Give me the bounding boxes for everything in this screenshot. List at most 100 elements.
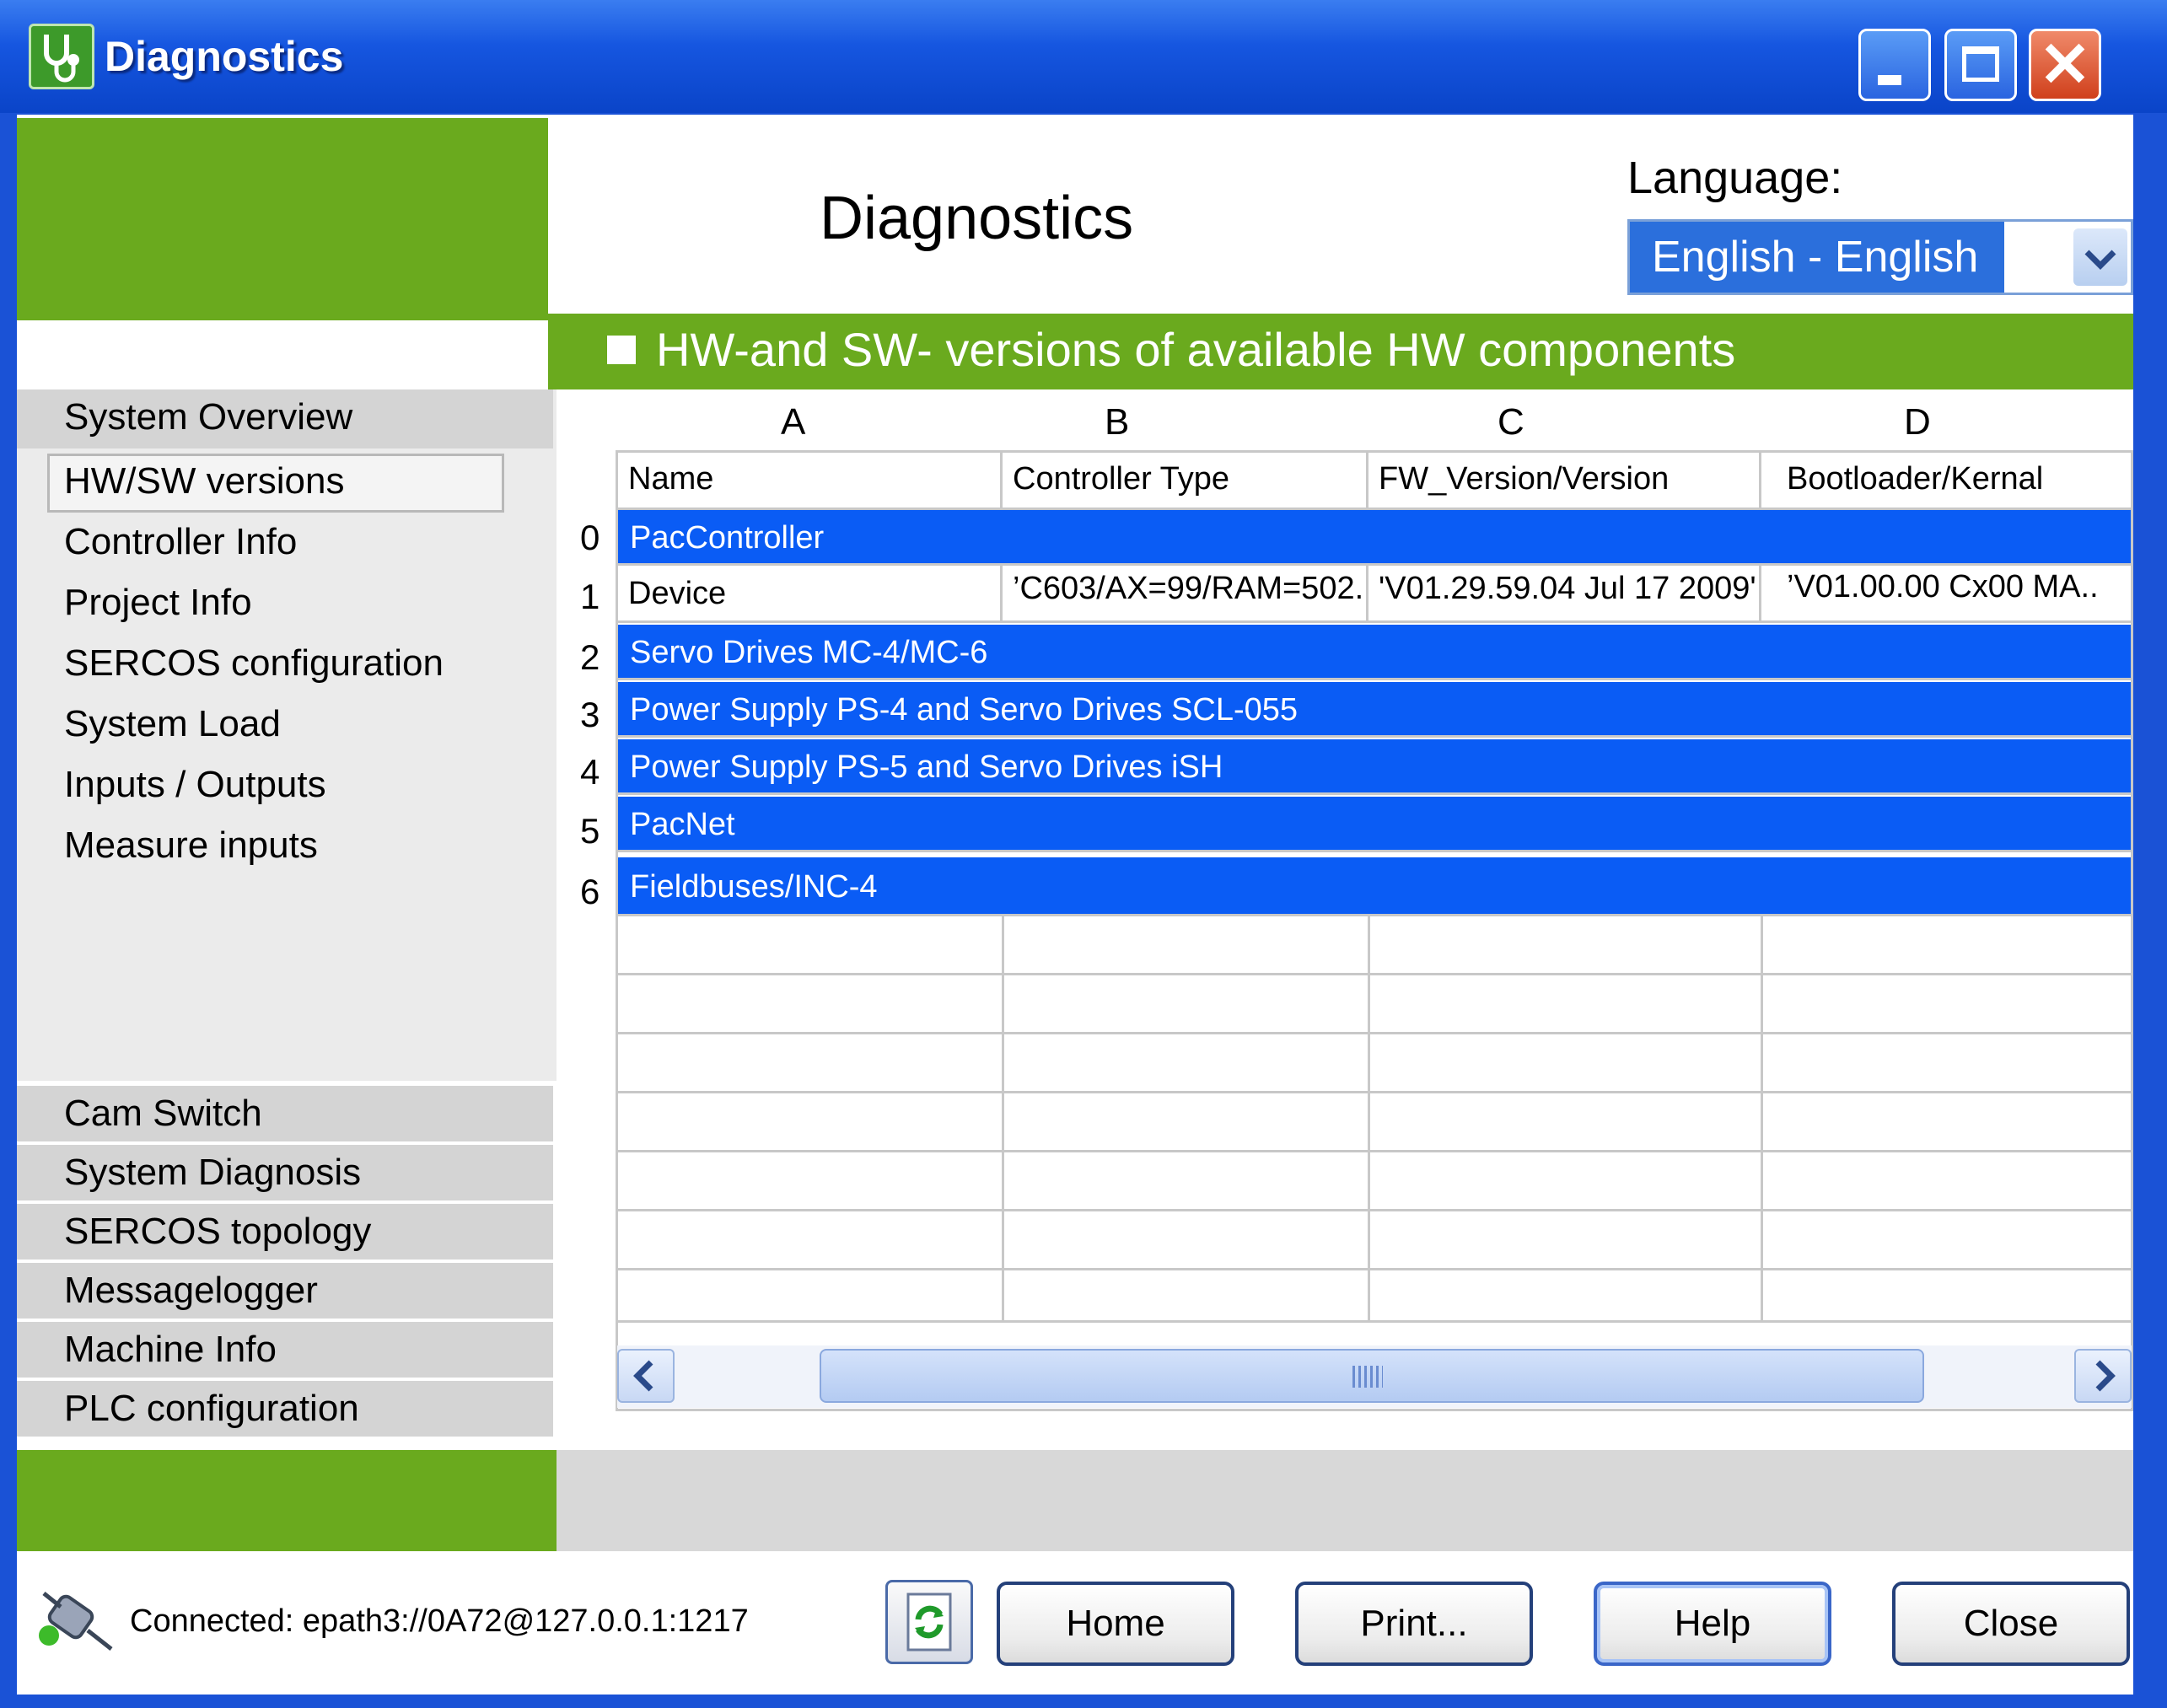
close-icon: ✕: [2038, 30, 2091, 99]
column-header-bootloader[interactable]: Bootloader/Kernal: [1761, 453, 2132, 510]
row-number: 2: [580, 637, 600, 677]
empty-cell: [1763, 1152, 2131, 1211]
empty-cell: [618, 1211, 1004, 1270]
section-header: HW-and SW- versions of available HW comp…: [548, 314, 2133, 389]
client-area: Diagnostics Language: English - English …: [17, 115, 2133, 1695]
row-number: 6: [580, 872, 600, 911]
sidebar: System Overview HW/SW versions Controlle…: [17, 389, 557, 1081]
table-row-group-paccontroller[interactable]: PacController: [618, 510, 2131, 566]
page-title: Diagnostics: [820, 185, 1134, 252]
table-cell[interactable]: ’V01.00.00 Cx00 MA..: [1761, 566, 2132, 623]
connection-plug-icon: [27, 1587, 120, 1654]
row-number: 0: [580, 518, 600, 557]
sidebar-item-project-info[interactable]: Project Info: [64, 582, 252, 624]
empty-cell: [1763, 975, 2131, 1034]
close-button[interactable]: Close: [1892, 1582, 2130, 1666]
scrollbar-thumb[interactable]: [820, 1349, 1924, 1403]
empty-cell: [618, 916, 1004, 975]
horizontal-scrollbar[interactable]: [617, 1345, 2132, 1408]
sidebar-item-sercos-topology[interactable]: SERCOS topology: [17, 1204, 553, 1260]
table-cell[interactable]: Device: [618, 566, 1003, 623]
table-row-group-power-supply-ps5[interactable]: Power Supply PS-5 and Servo Drives iSH: [618, 739, 2131, 795]
table-row-group-servo-drives[interactable]: Servo Drives MC-4/MC-6: [618, 625, 2131, 680]
sidebar-item-inputs-outputs[interactable]: Inputs / Outputs: [64, 764, 326, 806]
empty-cell: [618, 1034, 1004, 1093]
refresh-icon: [906, 1593, 952, 1652]
empty-cell: [1763, 1270, 2131, 1323]
row-number: 4: [580, 752, 600, 792]
sidebar-item-system-load[interactable]: System Load: [64, 703, 281, 745]
empty-cell: [1370, 975, 1763, 1034]
empty-cell: [1370, 1093, 1763, 1152]
minimize-button[interactable]: [1858, 29, 1931, 101]
sidebar-item-measure-inputs[interactable]: Measure inputs: [64, 824, 318, 867]
empty-cell: [1004, 1152, 1370, 1211]
empty-cell: [1004, 1093, 1370, 1152]
empty-cell: [1004, 1034, 1370, 1093]
sidebar-header[interactable]: System Overview: [17, 389, 553, 448]
chevron-down-icon[interactable]: [2073, 228, 2127, 286]
row-number: 3: [580, 695, 600, 734]
empty-cell: [1004, 916, 1370, 975]
row-number: 5: [580, 811, 600, 851]
brand-block-bottom: [17, 1450, 557, 1551]
empty-cell: [618, 1270, 1004, 1323]
column-letter: C: [1498, 401, 1524, 443]
table-cell[interactable]: 'V01.29.59.04 Jul 17 2009': [1368, 566, 1761, 623]
column-letter: A: [781, 401, 806, 443]
empty-cell: [1004, 975, 1370, 1034]
sidebar-item-controller-info[interactable]: Controller Info: [64, 521, 297, 563]
title-bar: Diagnostics ✕: [0, 0, 2167, 113]
sidebar-item-label: Messagelogger: [64, 1270, 318, 1311]
footer-strip: [557, 1450, 2133, 1551]
column-letter: D: [1904, 401, 1931, 443]
table-row-group-power-supply-ps4[interactable]: Power Supply PS-4 and Servo Drives SCL-0…: [618, 682, 2131, 738]
table-row-group-fieldbuses[interactable]: Fieldbuses/INC-4: [618, 857, 2131, 916]
scroll-left-icon[interactable]: [617, 1349, 675, 1403]
sidebar-item-sercos-configuration[interactable]: SERCOS configuration: [64, 642, 444, 685]
section-title: HW-and SW- versions of available HW comp…: [656, 323, 1736, 376]
sidebar-item-label: Machine Info: [64, 1329, 277, 1370]
close-window-button[interactable]: ✕: [2029, 29, 2101, 101]
sidebar-item-plc-configuration[interactable]: PLC configuration: [17, 1381, 553, 1437]
column-header-name[interactable]: Name: [618, 453, 1003, 510]
sidebar-item-label: System Diagnosis: [64, 1152, 362, 1193]
language-selected-value: English - English: [1630, 222, 2004, 293]
empty-cell: [618, 975, 1004, 1034]
brand-block-top: [17, 118, 548, 320]
sidebar-item-cam-switch[interactable]: Cam Switch: [17, 1086, 553, 1141]
language-select[interactable]: English - English: [1627, 219, 2133, 295]
refresh-button[interactable]: [885, 1580, 973, 1664]
grip-icon: [1352, 1366, 1383, 1388]
row-number: 1: [580, 577, 600, 616]
sidebar-item-machine-info[interactable]: Machine Info: [17, 1322, 553, 1378]
print-button[interactable]: Print...: [1295, 1582, 1533, 1666]
connection-status: Connected: epath3://0A72@127.0.0.1:1217: [130, 1603, 749, 1639]
table-row-group-pacnet[interactable]: PacNet: [618, 797, 2131, 852]
empty-cell: [618, 1093, 1004, 1152]
square-bullet-icon: [607, 336, 636, 364]
sidebar-item-messagelogger[interactable]: Messagelogger: [17, 1263, 553, 1319]
stethoscope-icon: [29, 24, 94, 89]
empty-cell: [618, 1152, 1004, 1211]
empty-cell: [1763, 1211, 2131, 1270]
sidebar-item-label: PLC configuration: [64, 1388, 359, 1429]
empty-cell: [1763, 1034, 2131, 1093]
empty-cell: [1370, 1152, 1763, 1211]
sidebar-item-hw-sw-versions[interactable]: HW/SW versions: [64, 460, 344, 502]
help-button[interactable]: Help: [1594, 1582, 1831, 1666]
column-letter: B: [1105, 401, 1130, 443]
maximize-button[interactable]: [1944, 29, 2017, 101]
scroll-right-icon[interactable]: [2074, 1349, 2132, 1403]
empty-cell: [1763, 916, 2131, 975]
empty-cell: [1004, 1211, 1370, 1270]
column-header-controller-type[interactable]: Controller Type: [1003, 453, 1368, 510]
column-header-fw-version[interactable]: FW_Version/Version: [1368, 453, 1761, 510]
sidebar-item-system-diagnosis[interactable]: System Diagnosis: [17, 1145, 553, 1200]
empty-cell: [1004, 1270, 1370, 1323]
empty-cell: [1370, 916, 1763, 975]
empty-cell: [1370, 1270, 1763, 1323]
home-button[interactable]: Home: [997, 1582, 1234, 1666]
sidebar-header-label: System Overview: [64, 396, 353, 438]
table-cell[interactable]: ’C603/AX=99/RAM=502..: [1003, 566, 1368, 623]
